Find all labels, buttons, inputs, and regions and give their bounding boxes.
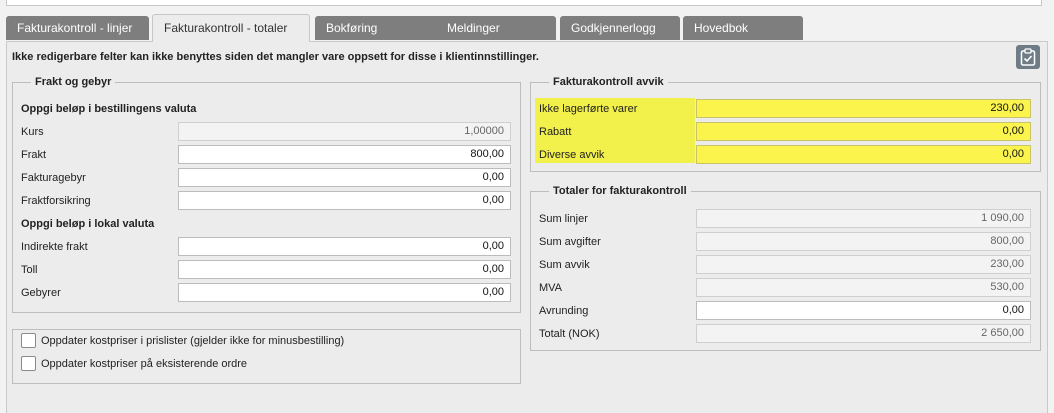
toll-label: Toll <box>21 264 38 276</box>
tab-fakturakontroll-totaler[interactable]: Fakturakontroll - totaler <box>152 14 310 42</box>
rabatt-field[interactable]: 0,00 <box>696 122 1031 141</box>
diverse-avvik-field[interactable]: 0,00 <box>696 145 1031 164</box>
tab-bar: Fakturakontroll - linjer Fakturakontroll… <box>0 14 1054 42</box>
sum-linjer-field: 1 090,00 <box>696 209 1031 228</box>
frakt-field[interactable]: 800,00 <box>178 145 511 164</box>
kurs-field: 1,00000 <box>178 122 511 141</box>
top-strip <box>0 0 1054 14</box>
local-currency-heading: Oppgi beløp i lokal valuta <box>21 218 155 230</box>
ikke-lagerforte-label: Ikke lagerførte varer <box>539 103 638 115</box>
update-price-lists-label[interactable]: Oppdater kostpriser i prislister (gjelde… <box>41 335 344 347</box>
indirekte-frakt-label: Indirekte frakt <box>21 241 88 253</box>
indirekte-frakt-field[interactable]: 0,00 <box>178 237 511 256</box>
totals-legend: Totaler for fakturakontroll <box>553 185 687 197</box>
sum-avvik-label: Sum avvik <box>539 259 590 271</box>
mva-label: MVA <box>539 282 563 294</box>
deviations-legend: Fakturakontroll avvik <box>553 76 664 88</box>
tab-meldinger[interactable]: Meldinger <box>436 16 556 40</box>
frakt-label: Frakt <box>21 149 47 161</box>
tab-hovedbok[interactable]: Hovedbok <box>683 16 803 40</box>
tab-godkjennerlogg[interactable]: Godkjennerlogg <box>560 16 680 40</box>
totalt-label: Totalt (NOK) <box>539 328 600 340</box>
fakturagebyr-label: Fakturagebyr <box>21 172 86 184</box>
fraktforsikring-field[interactable]: 0,00 <box>178 191 511 210</box>
update-existing-orders-label[interactable]: Oppdater kostpriser på eksisterende ordr… <box>41 358 247 370</box>
gebyrer-field[interactable]: 0,00 <box>178 283 511 302</box>
sum-avgifter-label: Sum avgifter <box>539 236 601 248</box>
sum-avgifter-field: 800,00 <box>696 232 1031 251</box>
diverse-avvik-label: Diverse avvik <box>539 149 605 161</box>
upper-panel-edge <box>6 0 1042 6</box>
clipboard-button[interactable] <box>1016 45 1040 69</box>
kurs-label: Kurs <box>21 126 44 138</box>
totalt-field: 2 650,00 <box>696 324 1031 343</box>
tab-fakturakontroll-linjer[interactable]: Fakturakontroll - linjer <box>6 16 149 40</box>
ikke-lagerforte-field[interactable]: 230,00 <box>696 99 1031 118</box>
fakturagebyr-field[interactable]: 0,00 <box>178 168 511 187</box>
config-notice: Ikke redigerbare felter kan ikke benytte… <box>12 51 539 63</box>
clipboard-check-icon <box>1020 48 1036 66</box>
sum-avvik-field: 230,00 <box>696 255 1031 274</box>
update-existing-orders-checkbox[interactable] <box>21 356 36 371</box>
rabatt-label: Rabatt <box>539 126 572 138</box>
fraktforsikring-label: Fraktforsikring <box>21 195 91 207</box>
order-currency-heading: Oppgi beløp i bestillingens valuta <box>21 103 197 115</box>
avrunding-field[interactable]: 0,00 <box>696 301 1031 320</box>
freight-legend: Frakt og gebyr <box>35 76 112 88</box>
avrunding-label: Avrunding <box>539 305 589 317</box>
mva-field: 530,00 <box>696 278 1031 297</box>
toll-field[interactable]: 0,00 <box>178 260 511 279</box>
gebyrer-label: Gebyrer <box>21 287 61 299</box>
sum-linjer-label: Sum linjer <box>539 213 588 225</box>
update-price-lists-checkbox[interactable] <box>21 333 36 348</box>
